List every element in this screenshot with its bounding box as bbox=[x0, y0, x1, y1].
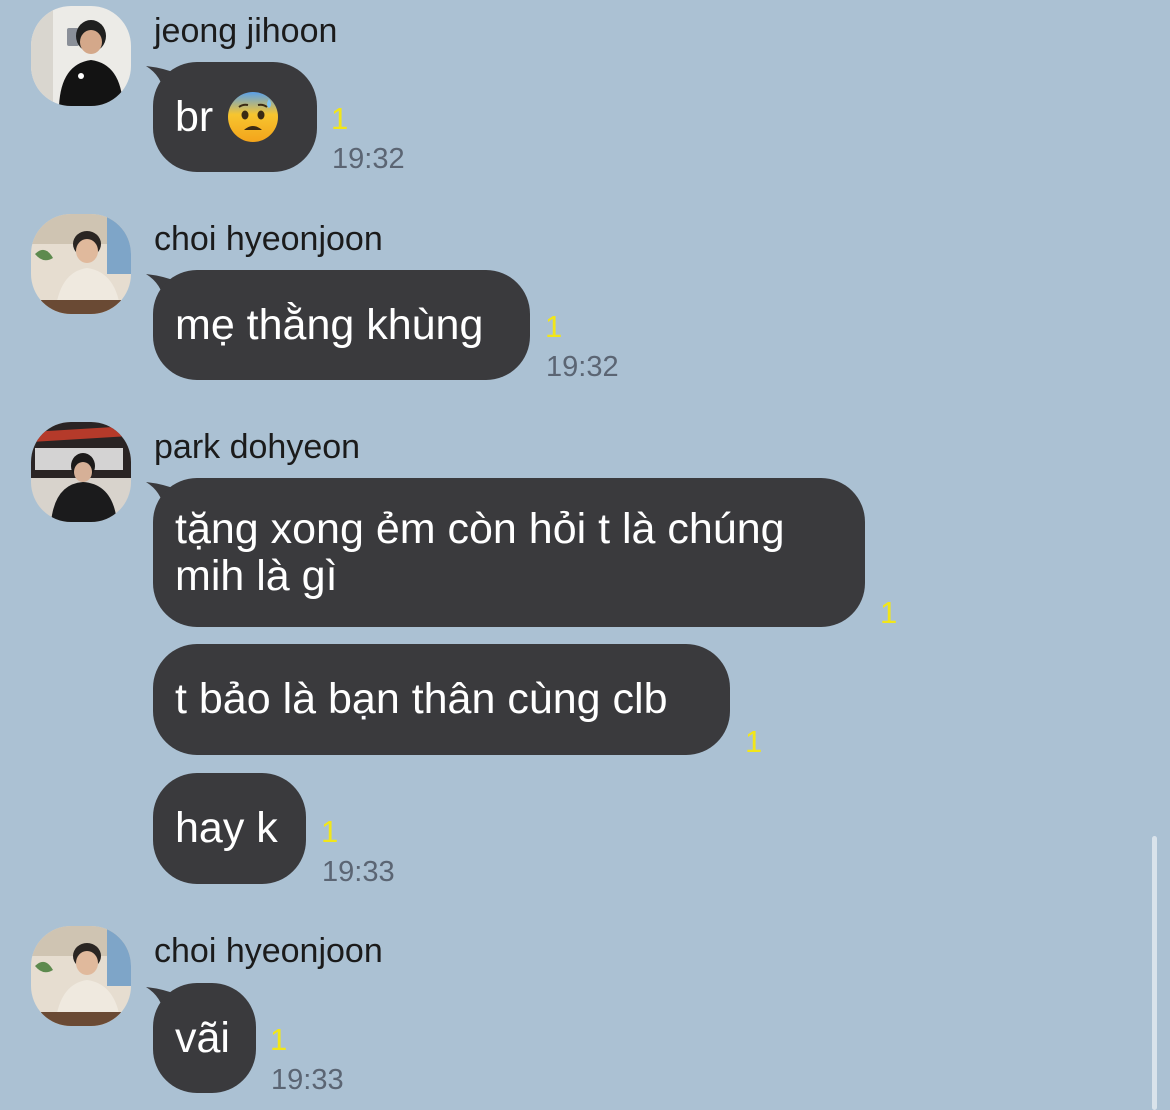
unread-count: 1 bbox=[331, 101, 349, 136]
avatar-choi-hyeonjoon[interactable] bbox=[31, 926, 131, 1026]
sender-name: park dohyeon bbox=[154, 428, 361, 466]
anxious-face-emoji-icon bbox=[228, 92, 279, 142]
message-time: 19:32 bbox=[332, 143, 405, 175]
scrollbar[interactable] bbox=[1152, 836, 1157, 1110]
message-text: br bbox=[175, 92, 214, 141]
avatar-choi-hyeonjoon[interactable] bbox=[31, 214, 131, 314]
message-text: hay k bbox=[175, 804, 278, 852]
unread-count: 1 bbox=[321, 814, 339, 849]
avatar-photo-icon bbox=[31, 422, 131, 522]
avatar-photo-icon bbox=[31, 926, 131, 1026]
message-text: mẹ thằng khùng bbox=[175, 300, 484, 349]
unread-count: 1 bbox=[745, 724, 763, 759]
message-bubble[interactable]: hay k bbox=[153, 773, 306, 884]
unread-count: 1 bbox=[270, 1022, 288, 1057]
avatar-park-dohyeon[interactable] bbox=[31, 422, 131, 522]
message-bubble[interactable]: br bbox=[153, 62, 317, 172]
message-bubble[interactable]: vãi bbox=[153, 983, 256, 1093]
message-bubble[interactable]: t bảo là bạn thân cùng clb bbox=[153, 644, 730, 755]
message-time: 19:33 bbox=[322, 856, 395, 888]
message-text: t bảo là bạn thân cùng clb bbox=[175, 675, 668, 723]
message-bubble[interactable]: mẹ thằng khùng bbox=[153, 270, 530, 380]
sender-name: choi hyeonjoon bbox=[154, 220, 383, 258]
message-time: 19:32 bbox=[546, 351, 619, 383]
sender-name: jeong jihoon bbox=[154, 12, 338, 50]
avatar-jeong-jihoon[interactable] bbox=[31, 6, 131, 106]
message-text: vãi bbox=[175, 1013, 230, 1062]
message-bubble[interactable]: tặng xong ẻm còn hỏi t là chúng mih là g… bbox=[153, 478, 865, 627]
message-text: tặng xong ẻm còn hỏi t là chúng mih là g… bbox=[175, 505, 785, 600]
avatar-photo-icon bbox=[31, 214, 131, 314]
sender-name: choi hyeonjoon bbox=[154, 932, 383, 970]
message-time: 19:33 bbox=[271, 1064, 344, 1096]
unread-count: 1 bbox=[880, 595, 898, 630]
unread-count: 1 bbox=[545, 309, 563, 344]
avatar-photo-icon bbox=[31, 6, 131, 106]
